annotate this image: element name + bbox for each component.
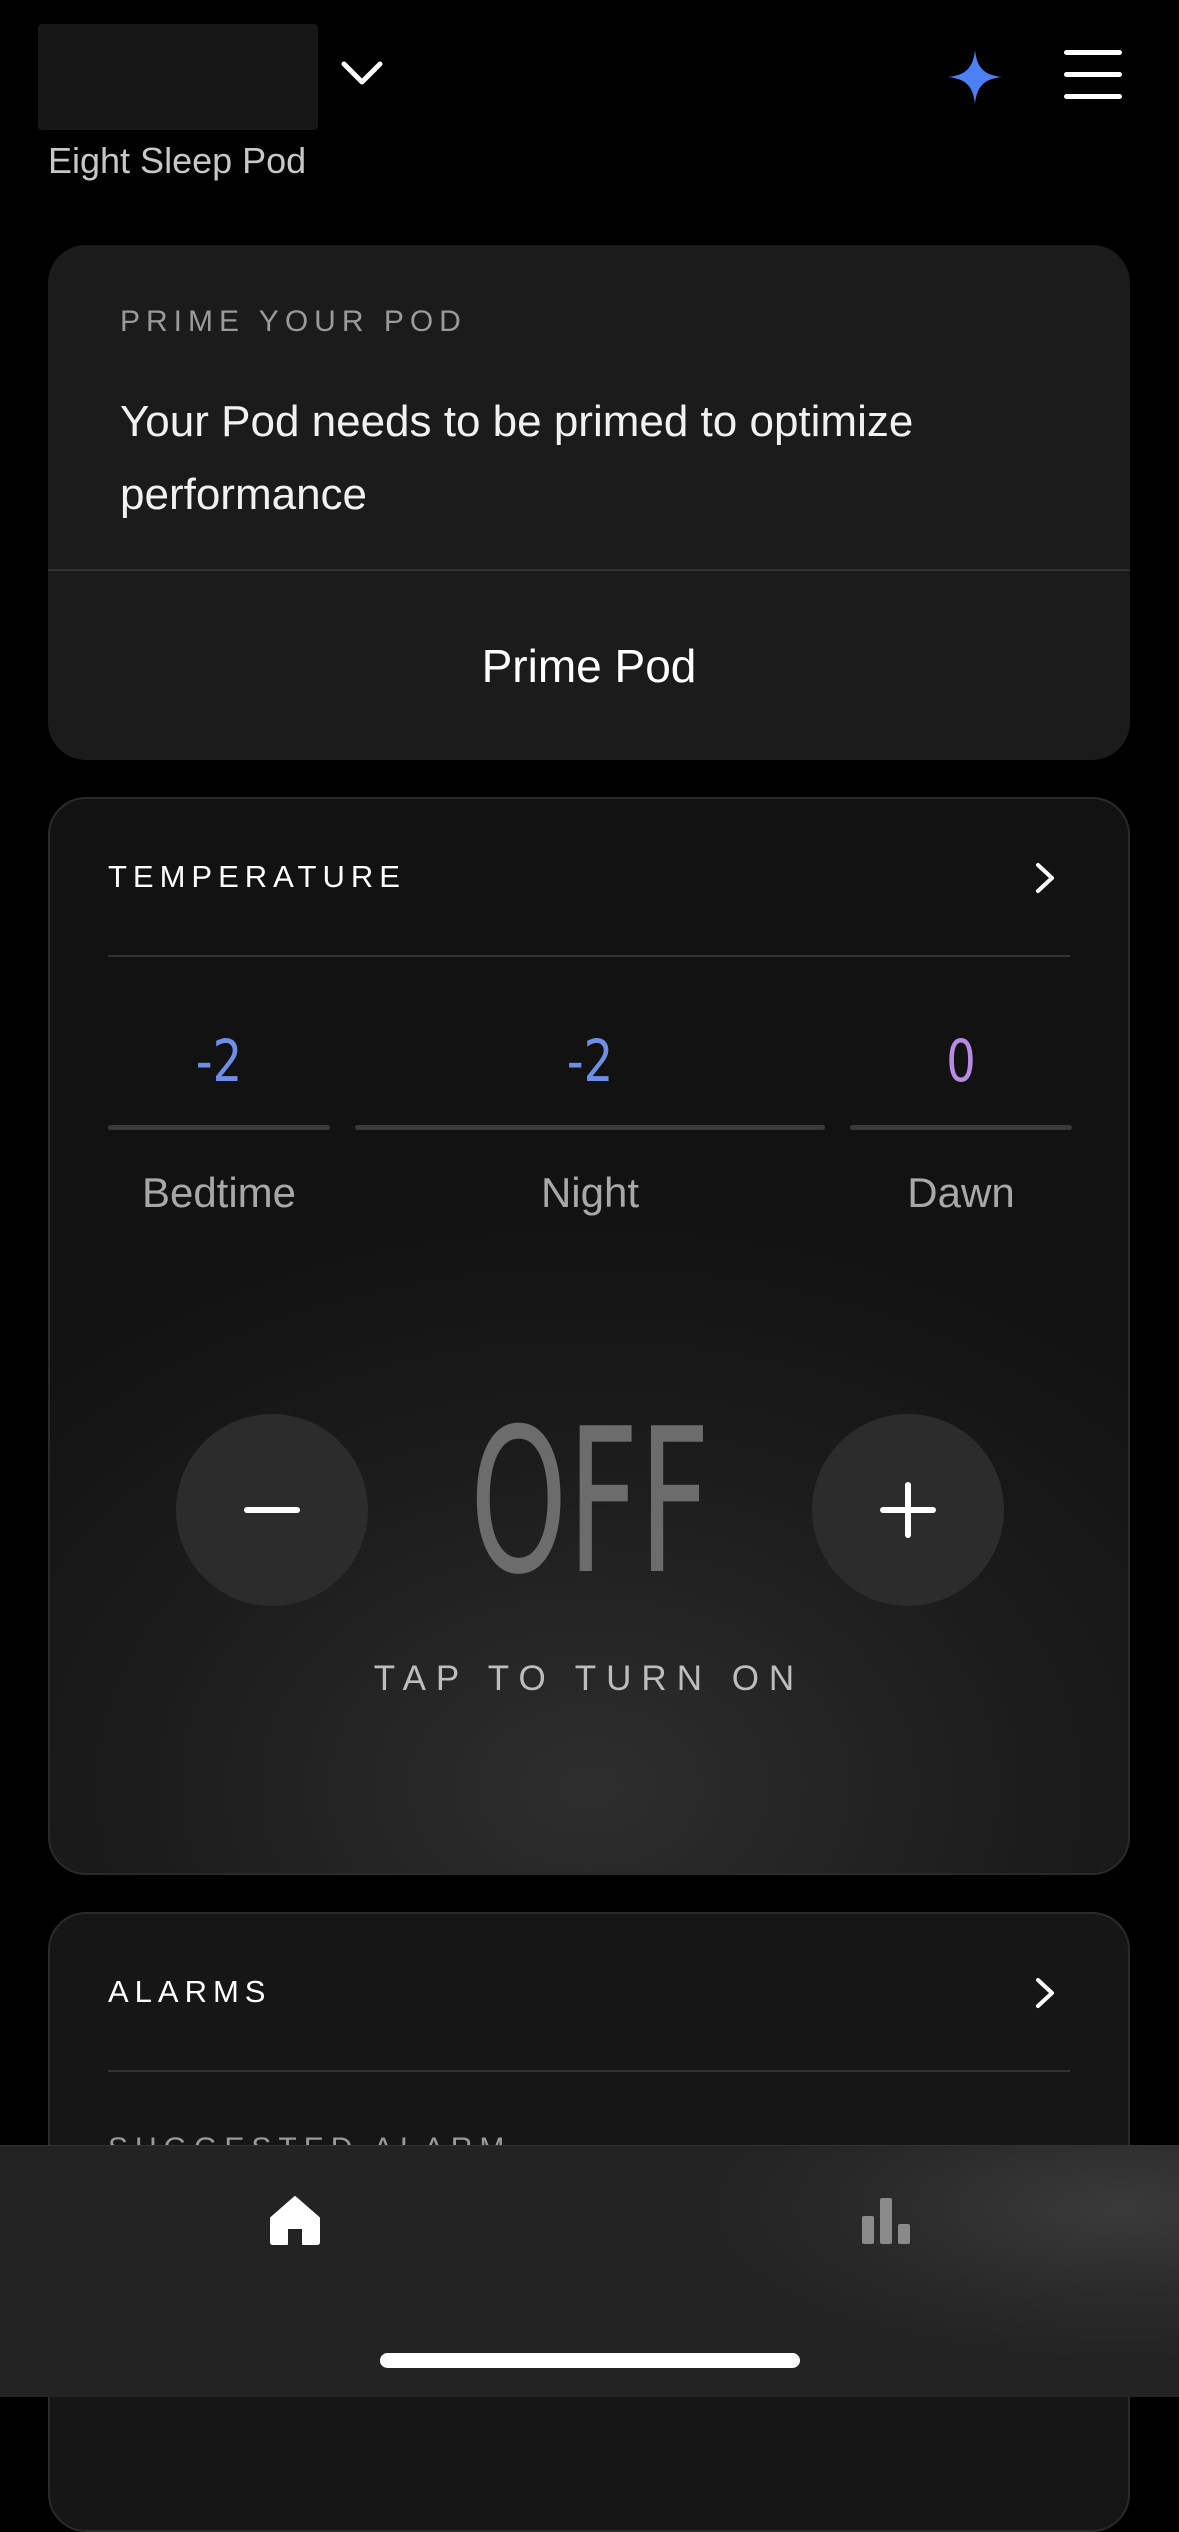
minus-icon — [244, 1507, 300, 1513]
divider — [108, 955, 1070, 957]
dawn-underline — [850, 1125, 1072, 1130]
temperature-title[interactable]: TEMPERATURE — [108, 859, 406, 895]
night-value[interactable]: -2 — [402, 1027, 778, 1095]
prime-eyebrow: PRIME YOUR POD — [120, 305, 467, 338]
bedtime-underline — [108, 1125, 330, 1130]
home-indicator — [380, 2353, 800, 2368]
temperature-card: TEMPERATURE -2 Bedtime -2 Night 0 Dawn O… — [48, 797, 1130, 1875]
tap-to-turn-on-hint[interactable]: TAP TO TURN ON — [50, 1659, 1128, 1699]
prime-pod-card: PRIME YOUR POD Your Pod needs to be prim… — [48, 245, 1130, 760]
device-name[interactable]: Eight Sleep Pod — [48, 140, 306, 182]
menu-icon[interactable] — [1062, 48, 1126, 102]
chevron-down-icon[interactable] — [340, 58, 384, 88]
night-label: Night — [540, 1169, 640, 1216]
bedtime-label: Bedtime — [141, 1169, 297, 1216]
plus-icon — [880, 1482, 936, 1538]
prime-pod-button[interactable]: Prime Pod — [48, 571, 1130, 760]
home-icon[interactable] — [268, 2194, 322, 2246]
divider — [108, 2070, 1070, 2072]
prime-message: Your Pod needs to be primed to optimize … — [120, 397, 914, 519]
chevron-right-icon[interactable] — [1034, 1976, 1056, 2010]
sparkle-icon[interactable] — [946, 48, 1004, 106]
increase-temperature-button[interactable] — [812, 1414, 1004, 1606]
power-state[interactable]: OFF — [466, 1403, 714, 1603]
chevron-right-icon[interactable] — [1034, 861, 1056, 895]
alarms-title[interactable]: ALARMS — [108, 1974, 271, 2010]
night-underline — [355, 1125, 825, 1130]
stats-icon[interactable] — [860, 2194, 912, 2246]
dawn-value[interactable]: 0 — [872, 1027, 1050, 1095]
bedtime-value[interactable]: -2 — [130, 1027, 308, 1095]
dawn-label: Dawn — [907, 1169, 1015, 1216]
account-switcher-avatar[interactable] — [38, 24, 318, 130]
decrease-temperature-button[interactable] — [176, 1414, 368, 1606]
